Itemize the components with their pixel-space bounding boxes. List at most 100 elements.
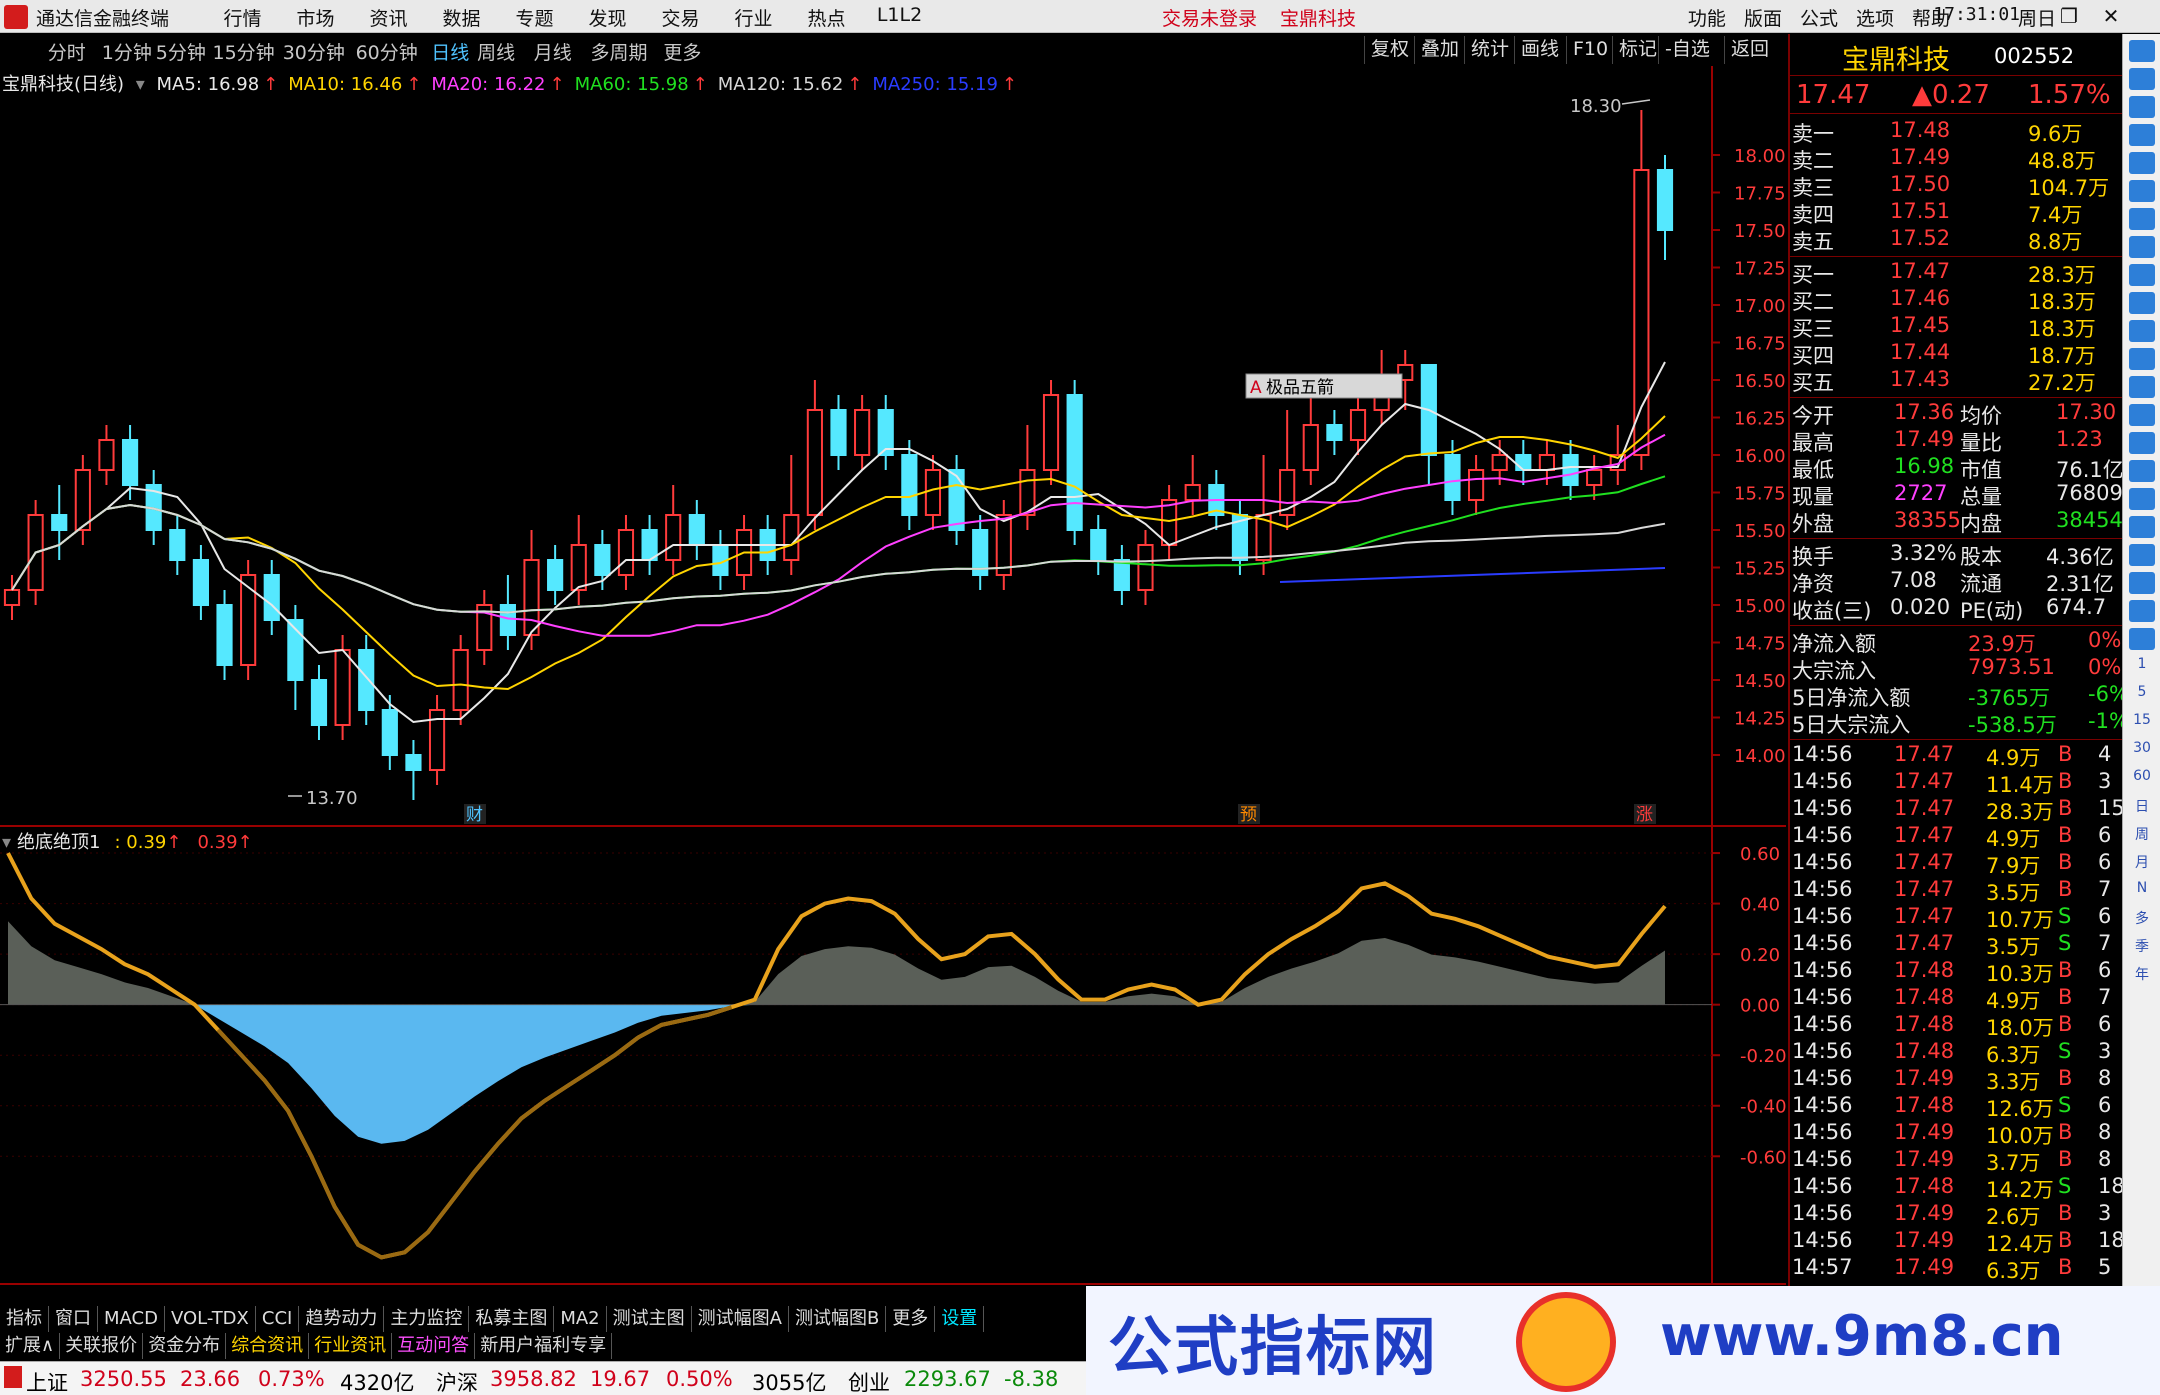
sh-label[interactable]: 上证 xyxy=(26,1367,68,1395)
candle[interactable] xyxy=(806,380,823,530)
candle[interactable] xyxy=(452,635,469,725)
side-period[interactable]: 60 xyxy=(2129,768,2155,790)
indicator-tab[interactable]: 窗口 xyxy=(49,1306,98,1332)
tick-row[interactable]: 14:56 17.48 10.3万 B 6 xyxy=(1790,958,2124,986)
candle[interactable] xyxy=(263,560,280,635)
candle[interactable] xyxy=(476,590,493,665)
candle[interactable] xyxy=(51,485,68,560)
side-tool-icon[interactable] xyxy=(2129,628,2155,650)
stat-row[interactable]: 今开 17.36 均价 17.30 xyxy=(1790,400,2124,428)
period-0[interactable]: 分时 xyxy=(48,38,86,65)
period-4[interactable]: 30分钟 xyxy=(283,38,345,65)
candle[interactable] xyxy=(1137,530,1154,605)
stat-row[interactable]: 最高 17.49 量比 1.23 xyxy=(1790,427,2124,455)
bid-row[interactable]: 买二 17.46 18.3万 xyxy=(1790,286,2124,314)
candle[interactable] xyxy=(547,545,564,605)
indicator-tab[interactable]: 设置 xyxy=(935,1306,985,1332)
side-tool-icon[interactable] xyxy=(2129,348,2155,370)
indicator-tab[interactable]: MACD xyxy=(98,1306,165,1332)
indicator-tab[interactable]: 测试幅图A xyxy=(692,1306,789,1332)
indicator-tab[interactable]: VOL-TDX xyxy=(165,1306,256,1332)
extension-tab[interactable]: 新用户福利专享 xyxy=(475,1333,613,1359)
bid-row[interactable]: 买三 17.45 18.3万 xyxy=(1790,313,2124,341)
bid-row[interactable]: 买五 17.43 27.2万 xyxy=(1790,367,2124,395)
candle[interactable] xyxy=(995,500,1012,590)
candle[interactable] xyxy=(641,515,658,575)
candle[interactable] xyxy=(924,455,942,530)
stat-row[interactable]: 换手 3.32% 股本 4.36亿 xyxy=(1790,541,2124,569)
side-period-label[interactable]: 多 xyxy=(2129,908,2155,930)
tick-row[interactable]: 14:56 17.49 3.3万 B 8 xyxy=(1790,1066,2124,1094)
indicator-tab[interactable]: 测试主图 xyxy=(607,1306,692,1332)
candle[interactable] xyxy=(287,605,304,710)
side-period[interactable]: 15 xyxy=(2129,712,2155,734)
period-7[interactable]: 周线 xyxy=(477,38,515,65)
side-tool-icon[interactable] xyxy=(2129,96,2155,118)
tick-row[interactable]: 14:56 17.47 3.5万 B 7 xyxy=(1790,877,2124,905)
tick-row[interactable]: 14:56 17.48 4.9万 B 7 xyxy=(1790,985,2124,1013)
candle[interactable] xyxy=(240,560,257,680)
candle[interactable] xyxy=(688,500,705,560)
candle[interactable] xyxy=(405,740,422,800)
flow-row[interactable]: 大宗流入 7973.51 0% xyxy=(1790,655,2124,683)
period-6[interactable]: 日线 xyxy=(431,38,469,65)
side-period-label[interactable]: 月 xyxy=(2129,852,2155,874)
period-3[interactable]: 15分钟 xyxy=(213,38,275,65)
side-tool-icon[interactable] xyxy=(2129,488,2155,510)
cy-label[interactable]: 创业 xyxy=(848,1367,890,1395)
flow-row[interactable]: 5日净流入额 -3765万 -6% xyxy=(1790,682,2129,710)
chart-tool-7[interactable]: 返回 xyxy=(1724,36,1775,64)
side-tool-icon[interactable] xyxy=(2129,404,2155,426)
side-tool-icon[interactable] xyxy=(2129,180,2155,202)
candle[interactable] xyxy=(216,590,233,680)
chart-tool-1[interactable]: 叠加 xyxy=(1414,36,1465,64)
tick-row[interactable]: 14:56 17.47 28.3万 B 15 xyxy=(1790,796,2125,824)
candle[interactable] xyxy=(1302,395,1319,485)
side-period[interactable]: 30 xyxy=(2129,740,2155,762)
menu-item[interactable]: 专题 xyxy=(498,4,571,31)
tick-row[interactable]: 14:56 17.47 11.4万 B 3 xyxy=(1790,769,2124,797)
tick-row[interactable]: 14:56 17.47 4.9万 B 4 xyxy=(1790,742,2124,770)
side-tool-icon[interactable] xyxy=(2129,572,2155,594)
side-tool-icon[interactable] xyxy=(2129,40,2155,62)
ask-row[interactable]: 卖四 17.51 7.4万 xyxy=(1790,199,2124,227)
period-9[interactable]: 多周期 xyxy=(591,38,648,65)
tick-row[interactable]: 14:56 17.47 10.7万 S 6 xyxy=(1790,904,2124,932)
side-tool-icon[interactable] xyxy=(2129,152,2155,174)
close-icon[interactable]: ✕ xyxy=(2094,2,2128,30)
candle[interactable] xyxy=(948,455,965,545)
tick-row[interactable]: 14:56 17.49 10.0万 B 8 xyxy=(1790,1120,2124,1148)
period-2[interactable]: 5分钟 xyxy=(156,38,206,65)
flow-row[interactable]: 5日大宗流入 -538.5万 -1% xyxy=(1790,709,2129,737)
period-5[interactable]: 60分钟 xyxy=(356,38,418,65)
side-tool-icon[interactable] xyxy=(2129,264,2155,286)
indicator-tab[interactable]: 主力监控 xyxy=(384,1306,470,1332)
candle[interactable] xyxy=(1231,500,1249,575)
extension-tab[interactable]: 互动问答 xyxy=(392,1333,476,1359)
candle[interactable] xyxy=(617,515,635,590)
candle[interactable] xyxy=(830,395,847,470)
candle[interactable] xyxy=(428,695,446,785)
tick-row[interactable]: 14:57 17.49 6.3万 B 5 xyxy=(1790,1255,2124,1283)
side-tool-icon[interactable] xyxy=(2129,600,2155,622)
tick-row[interactable]: 14:56 17.49 3.7万 B 8 xyxy=(1790,1147,2124,1175)
stat-row[interactable]: 外盘 38355 内盘 38454 xyxy=(1790,508,2124,536)
side-period-label[interactable]: 日 xyxy=(2129,796,2155,818)
login-warning[interactable]: 交易未登录 xyxy=(1162,4,1257,31)
candle[interactable] xyxy=(169,515,186,575)
restore-icon[interactable]: ❐ xyxy=(2052,2,2086,30)
indicator-tab[interactable]: MA2 xyxy=(554,1306,607,1332)
side-tool-icon[interactable] xyxy=(2129,376,2155,398)
candle[interactable] xyxy=(783,455,800,575)
side-tool-icon[interactable] xyxy=(2129,320,2155,342)
bid-row[interactable]: 买一 17.47 28.3万 xyxy=(1790,259,2124,287)
period-8[interactable]: 月线 xyxy=(534,38,572,65)
candle[interactable] xyxy=(1633,110,1650,470)
menu-item[interactable]: L1L2 xyxy=(863,4,936,31)
extension-tab[interactable]: 扩展∧ xyxy=(0,1333,61,1359)
bid-row[interactable]: 买四 17.44 18.7万 xyxy=(1790,340,2124,368)
ask-row[interactable]: 卖五 17.52 8.8万 xyxy=(1790,226,2124,254)
menu-item[interactable]: 行情 xyxy=(206,4,279,31)
period-1[interactable]: 1分钟 xyxy=(102,38,152,65)
candle[interactable] xyxy=(74,455,91,545)
